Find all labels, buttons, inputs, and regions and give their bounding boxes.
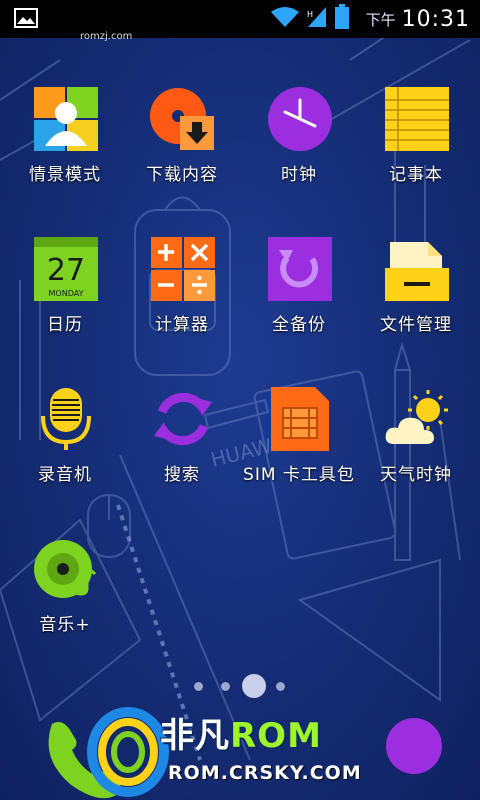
page-dot[interactable] — [276, 682, 285, 691]
music-icon — [34, 540, 97, 598]
recorder-icon — [41, 388, 91, 450]
signal-icon: H — [306, 5, 328, 33]
weather-clock-icon — [385, 390, 448, 444]
logo-url: ROM.CRSKY.COM — [168, 762, 362, 784]
battery-icon — [334, 4, 350, 34]
search-icon — [154, 392, 212, 446]
calendar-day: 27 — [47, 253, 85, 288]
sim-toolkit-icon — [271, 387, 329, 451]
app-clock[interactable]: 时钟 — [239, 80, 359, 200]
app-label: 计算器 — [155, 315, 209, 335]
app-label: SIM 卡工具包 — [243, 465, 355, 485]
profiles-icon — [34, 87, 98, 151]
app-label: 天气时钟 — [380, 465, 452, 485]
app-label: 记事本 — [389, 165, 443, 185]
app-backup[interactable]: 全备份 — [239, 230, 359, 350]
calendar-icon: 27 MONDAY — [34, 237, 98, 301]
clock-icon — [268, 87, 332, 151]
notepad-icon — [385, 87, 449, 151]
app-notepad[interactable]: 记事本 — [356, 80, 476, 200]
app-label: 下载内容 — [146, 165, 218, 185]
app-music[interactable]: 音乐+ — [5, 530, 125, 650]
wifi-icon — [270, 6, 300, 32]
app-label: 日历 — [47, 315, 83, 335]
app-calendar[interactable]: 27 MONDAY 日历 — [5, 230, 125, 350]
logo-brand: 非凡ROM — [160, 708, 322, 757]
app-downloads[interactable]: 下载内容 — [122, 80, 242, 200]
site-logo-overlay: 非凡ROM ROM.CRSKY.COM — [80, 706, 420, 800]
app-sim-toolkit[interactable]: SIM 卡工具包 — [239, 380, 359, 500]
svg-text:H: H — [307, 10, 313, 19]
am-pm-label: 下午 — [365, 10, 396, 29]
logo-brand-right: ROM — [230, 716, 322, 756]
app-search[interactable]: 搜索 — [122, 380, 242, 500]
status-bar: H 下午 10:31 — [0, 0, 480, 38]
watermark-text: romzj.com — [80, 31, 133, 42]
app-calculator[interactable]: 计算器 — [122, 230, 242, 350]
app-file-manager[interactable]: 文件管理 — [356, 230, 476, 350]
logo-brand-left: 非凡 — [160, 716, 230, 756]
app-profiles[interactable]: 情景模式 — [5, 80, 125, 200]
file-manager-icon — [385, 242, 449, 301]
downloads-icon — [150, 88, 214, 150]
app-label: 时钟 — [281, 165, 317, 185]
app-label: 情景模式 — [29, 165, 101, 185]
page-dot[interactable] — [221, 682, 230, 691]
app-label: 全备份 — [272, 315, 326, 335]
app-label: 音乐+ — [39, 615, 91, 635]
page-dot-current[interactable] — [242, 674, 266, 698]
app-label: 搜索 — [164, 465, 200, 485]
app-weather-clock[interactable]: 天气时钟 — [356, 380, 476, 500]
app-label: 文件管理 — [380, 315, 452, 335]
image-icon — [14, 8, 38, 28]
app-label: 录音机 — [38, 465, 92, 485]
swirl-logo-icon — [87, 707, 169, 797]
clock-time: 10:31 — [401, 6, 470, 32]
backup-icon — [268, 237, 332, 301]
page-dot[interactable] — [194, 682, 203, 691]
calculator-icon — [151, 237, 215, 301]
page-indicator — [192, 674, 292, 698]
app-recorder[interactable]: 录音机 — [5, 380, 125, 500]
calendar-weekday: MONDAY — [49, 289, 84, 298]
